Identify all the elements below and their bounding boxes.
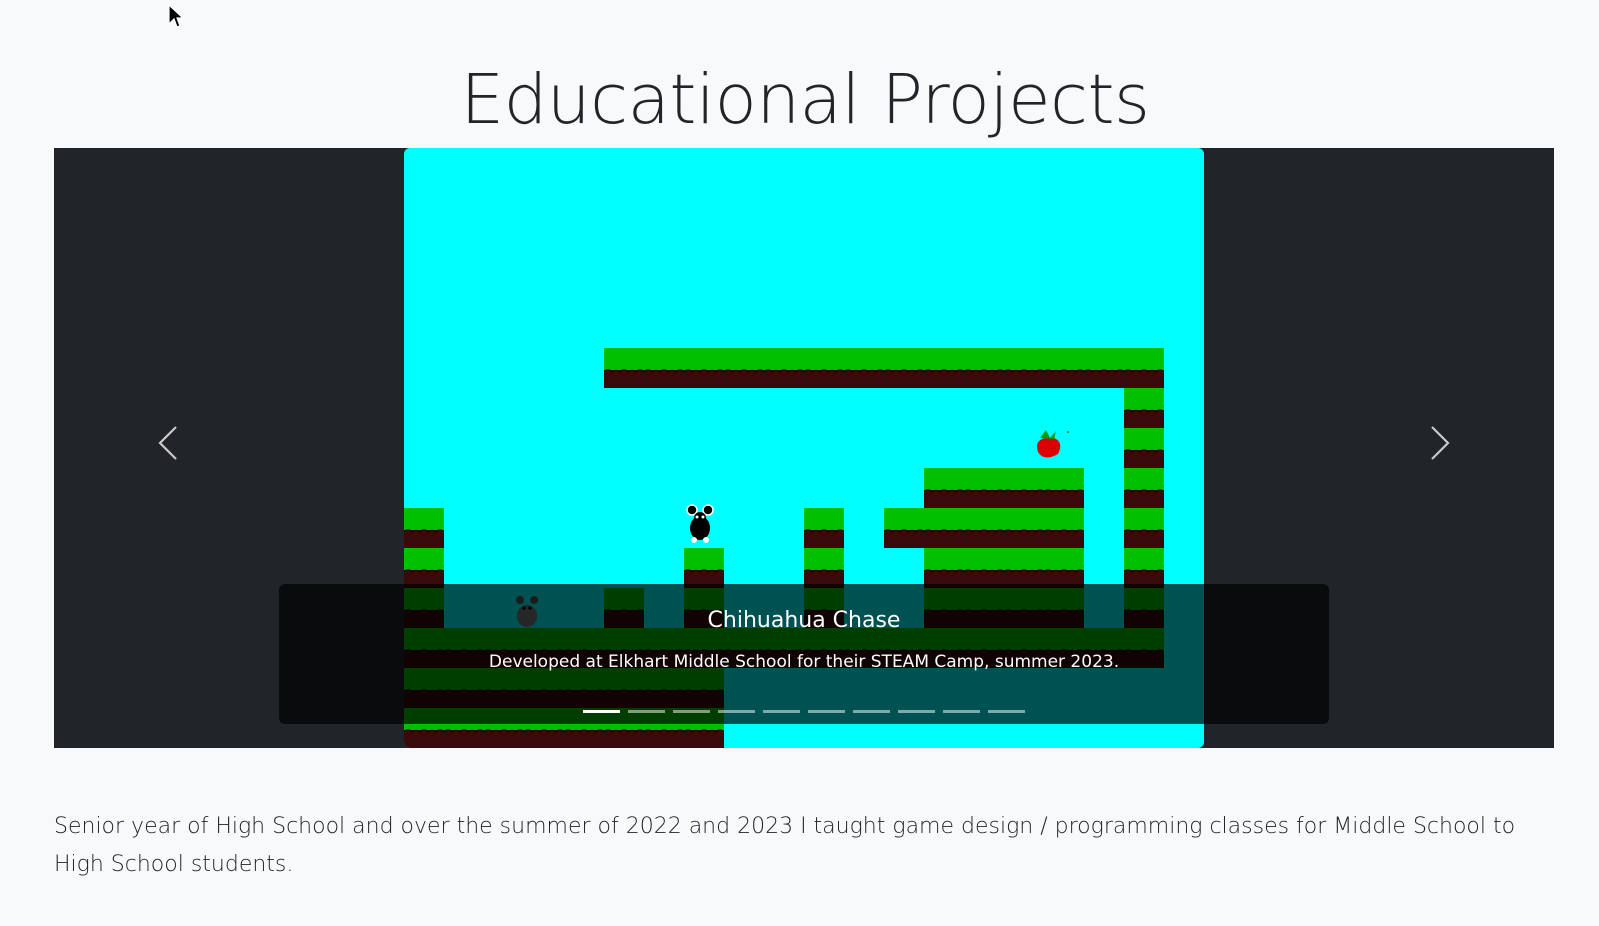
carousel-indicator-4[interactable] [718,710,755,713]
carousel-indicator-1[interactable] [583,710,620,713]
carousel-indicators [54,710,1554,713]
carousel-indicator-7[interactable] [853,710,890,713]
chevron-left-icon [158,426,177,460]
carousel-indicator-3[interactable] [673,710,710,713]
carousel-indicator-2[interactable] [628,710,665,713]
chihuahua-sprite [686,504,714,543]
chevron-right-icon [1431,426,1450,460]
slide-caption-text: Developed at Elkhart Middle School for t… [488,652,1120,672]
carousel-prev-button[interactable] [94,148,244,748]
mouse-cursor-icon [168,4,184,28]
carousel-indicator-9[interactable] [943,710,980,713]
page-description: Senior year of High School and over the … [54,814,1516,877]
page-title: Educational Projects [460,60,1150,140]
carousel-indicator-10[interactable] [988,710,1025,713]
carousel-indicator-8[interactable] [898,710,935,713]
carousel-indicator-5[interactable] [763,710,800,713]
project-carousel: Chihuahua Chase Developed at Elkhart Mid… [54,148,1554,748]
carousel-indicator-6[interactable] [808,710,845,713]
slide-title: Chihuahua Chase [707,608,901,633]
slide-caption: Chihuahua Chase Developed at Elkhart Mid… [279,584,1329,724]
strawberry-sprite [1037,430,1069,458]
carousel-next-button[interactable] [1364,148,1514,748]
